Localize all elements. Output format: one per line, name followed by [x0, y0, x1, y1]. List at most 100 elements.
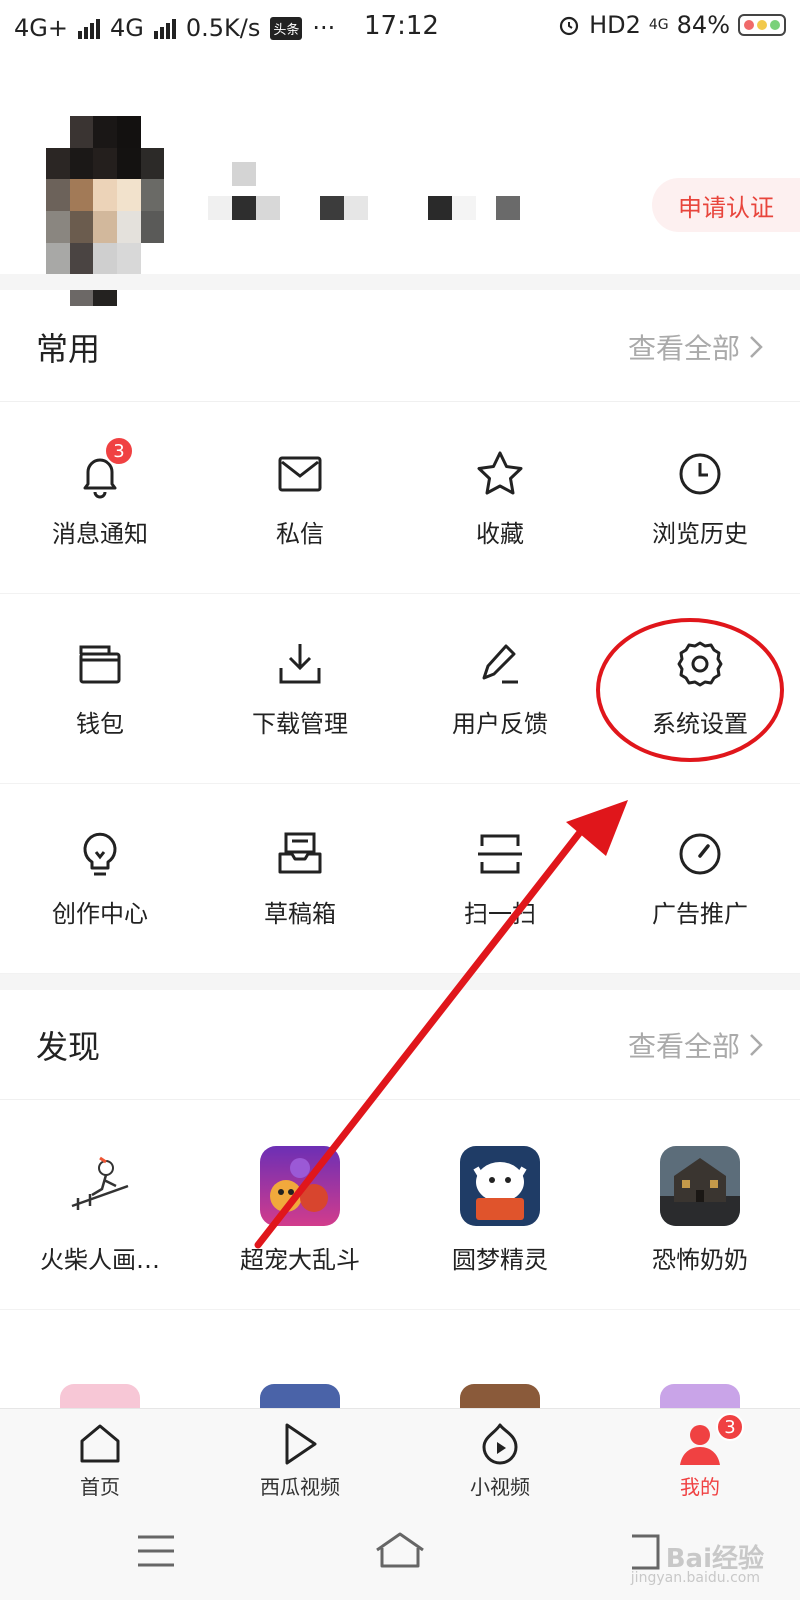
clock: 17:12 [364, 11, 439, 41]
play-icon [285, 1423, 317, 1465]
discover-app-item[interactable]: 圆梦精灵 [400, 1100, 600, 1309]
scan-button[interactable]: 扫一扫 [400, 784, 600, 973]
cell-label: 收藏 [476, 520, 524, 548]
cell-label: 广告推广 [652, 900, 748, 928]
tab-label: 我的 [680, 1475, 720, 1499]
tab-home[interactable]: 首页 [0, 1409, 200, 1508]
discover-app-item[interactable]: 超宠大乱斗 [200, 1100, 400, 1309]
username-redacted [232, 162, 256, 186]
system-settings-button[interactable]: 系统设置 [600, 594, 800, 783]
draft-box-icon [278, 832, 322, 874]
cell-label: 圆梦精灵 [452, 1246, 548, 1274]
discover-row: 火柴人画… 超宠大乱斗 圆梦精灵 恐怖奶奶 [0, 1100, 800, 1310]
wallet-icon [79, 645, 121, 684]
scan-icon [478, 834, 522, 874]
network-type-2: 4G [109, 14, 144, 42]
network-speed: 0.5K/s [185, 14, 261, 42]
app-notification-tag: 头条 [270, 16, 303, 40]
home-icon [80, 1424, 120, 1463]
menu-icon[interactable] [136, 1534, 176, 1568]
profile-header: 申请认证 [0, 56, 800, 306]
clock-icon [679, 453, 721, 495]
short-video-icon [482, 1423, 518, 1465]
cell-label: 草稿箱 [264, 900, 336, 928]
cell-label: 私信 [276, 520, 324, 548]
tab-label: 小视频 [470, 1475, 530, 1499]
cell-label: 恐怖奶奶 [652, 1246, 748, 1274]
lightbulb-icon [83, 832, 117, 876]
hd-indicator: HD2 [589, 11, 641, 39]
common-row-2: 钱包 下载管理 用户反馈 系统设置 [0, 594, 800, 784]
messages-notifications-button[interactable]: 3 消息通知 [0, 404, 200, 593]
discover-section-header: 发现 查看全部 [0, 990, 800, 1100]
cell-label: 超宠大乱斗 [240, 1246, 360, 1274]
private-messages-button[interactable]: 私信 [200, 404, 400, 593]
cell-label: 系统设置 [652, 710, 748, 738]
cell-label: 创作中心 [52, 900, 148, 928]
battery-percent: 84% [676, 11, 730, 39]
cell-label: 火柴人画… [40, 1246, 160, 1274]
common-row-1: 3 消息通知 私信 收藏 浏览历史 [0, 404, 800, 594]
favorites-button[interactable]: 收藏 [400, 404, 600, 593]
discover-app-item[interactable]: 恐怖奶奶 [600, 1100, 800, 1309]
cell-label: 钱包 [76, 710, 124, 738]
gauge-icon [679, 833, 721, 875]
view-all-label: 查看全部 [627, 1029, 740, 1063]
mine-badge: 3 [716, 1413, 744, 1441]
tab-label: 西瓜视频 [260, 1475, 340, 1499]
chevron-right-icon [750, 1033, 763, 1056]
back-key-icon[interactable] [628, 1532, 662, 1572]
apply-verification-button[interactable]: 申请认证 [652, 178, 800, 232]
notification-count-badge: 3 [104, 436, 134, 466]
chevron-right-icon [750, 335, 763, 358]
mail-icon [278, 456, 322, 492]
user-info-redacted [208, 196, 520, 220]
dream-sprite-icon [460, 1146, 540, 1226]
discover-view-all-link[interactable]: 查看全部 [628, 1025, 764, 1065]
creator-center-button[interactable]: 创作中心 [0, 784, 200, 973]
bottom-tab-bar: 首页 西瓜视频 小视频 3 我的 [0, 1408, 800, 1508]
wallet-button[interactable]: 钱包 [0, 594, 200, 783]
discover-section-title: 发现 [36, 1027, 101, 1066]
horror-granny-icon [660, 1146, 740, 1226]
battery-icon [738, 14, 786, 36]
common-section-title: 常用 [36, 329, 101, 368]
discover-app-item[interactable]: 火柴人画… [0, 1100, 200, 1309]
user-feedback-button[interactable]: 用户反馈 [400, 594, 600, 783]
more-notifications: ··· [312, 14, 336, 42]
download-manager-button[interactable]: 下载管理 [200, 594, 400, 783]
tab-xigua-video[interactable]: 西瓜视频 [200, 1409, 400, 1508]
cell-label: 浏览历史 [652, 520, 748, 548]
drafts-button[interactable]: 草稿箱 [200, 784, 400, 973]
star-icon [477, 451, 523, 495]
signal-icon-2 [153, 17, 176, 39]
alarm-icon [559, 16, 579, 36]
tab-label: 首页 [80, 1475, 120, 1499]
browsing-history-button[interactable]: 浏览历史 [600, 404, 800, 593]
common-row-3: 创作中心 草稿箱 扫一扫 广告推广 [0, 784, 800, 974]
advertising-button[interactable]: 广告推广 [600, 784, 800, 973]
watermark-url: jingyan.baidu.com [630, 1570, 760, 1586]
section-divider [0, 974, 800, 990]
download-icon [279, 644, 321, 684]
cell-label: 下载管理 [252, 710, 348, 738]
home-key-icon[interactable] [374, 1530, 426, 1570]
status-bar: 4G+ 4G 0.5K/s 头条 ··· 17:12 HD2 4G 84% [0, 0, 800, 56]
pet-battle-game-icon [260, 1146, 340, 1226]
common-view-all-link[interactable]: 查看全部 [628, 327, 764, 367]
lte-indicator: 4G [648, 17, 669, 33]
stickman-game-icon [60, 1146, 140, 1226]
view-all-label: 查看全部 [627, 331, 740, 365]
tab-mine[interactable]: 3 我的 [600, 1409, 800, 1508]
section-divider [0, 274, 800, 290]
pencil-icon [482, 644, 518, 684]
tab-short-video[interactable]: 小视频 [400, 1409, 600, 1508]
cell-label: 用户反馈 [452, 710, 548, 738]
gear-icon [677, 641, 723, 687]
system-navigation-bar: Bai经验 jingyan.baidu.com [0, 1508, 800, 1600]
common-section-header: 常用 查看全部 [0, 292, 800, 402]
signal-icon [77, 17, 100, 39]
cell-label: 扫一扫 [464, 900, 536, 928]
cell-label: 消息通知 [52, 520, 148, 548]
network-type-1: 4G+ [14, 14, 68, 42]
